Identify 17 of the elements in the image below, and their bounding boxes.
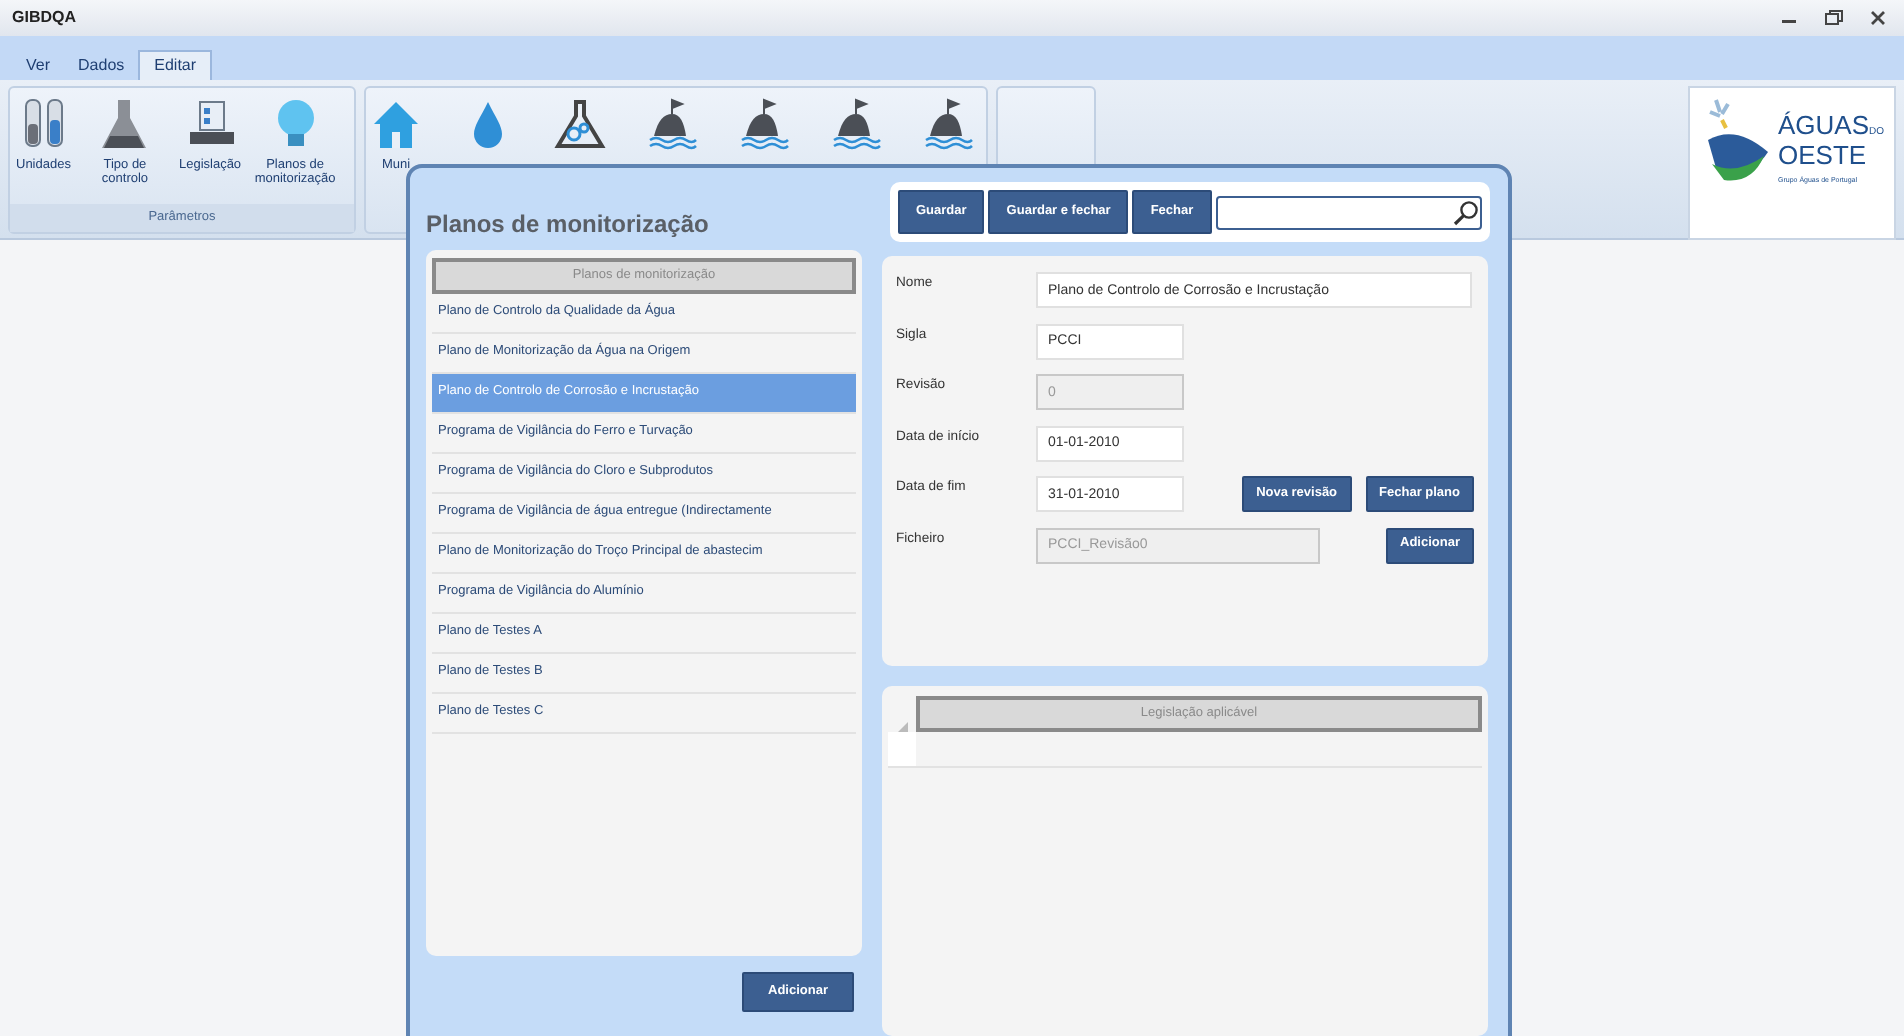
logo-text: ÁGUAS — [1778, 110, 1870, 140]
dialog-title: Planos de monitorização — [426, 208, 709, 242]
island-flag-icon — [646, 96, 698, 152]
window-title: GIBDQA — [12, 6, 76, 30]
island-flag-icon — [922, 96, 974, 152]
menu-tab[interactable]: Ver — [12, 52, 65, 80]
island-flag-icon — [738, 96, 790, 152]
menu-tab[interactable]: Editar — [138, 50, 213, 80]
island-flag-icon — [830, 96, 882, 152]
logo-text: OESTE — [1778, 142, 1869, 168]
house-icon — [370, 96, 422, 152]
search-icon[interactable] — [1452, 199, 1480, 225]
flask-icon — [98, 96, 151, 152]
menu-tab[interactable]: Dados — [64, 52, 139, 80]
flask-icon — [554, 96, 606, 152]
search-field[interactable] — [1215, 195, 1482, 229]
restore-icon[interactable] — [1820, 8, 1848, 28]
